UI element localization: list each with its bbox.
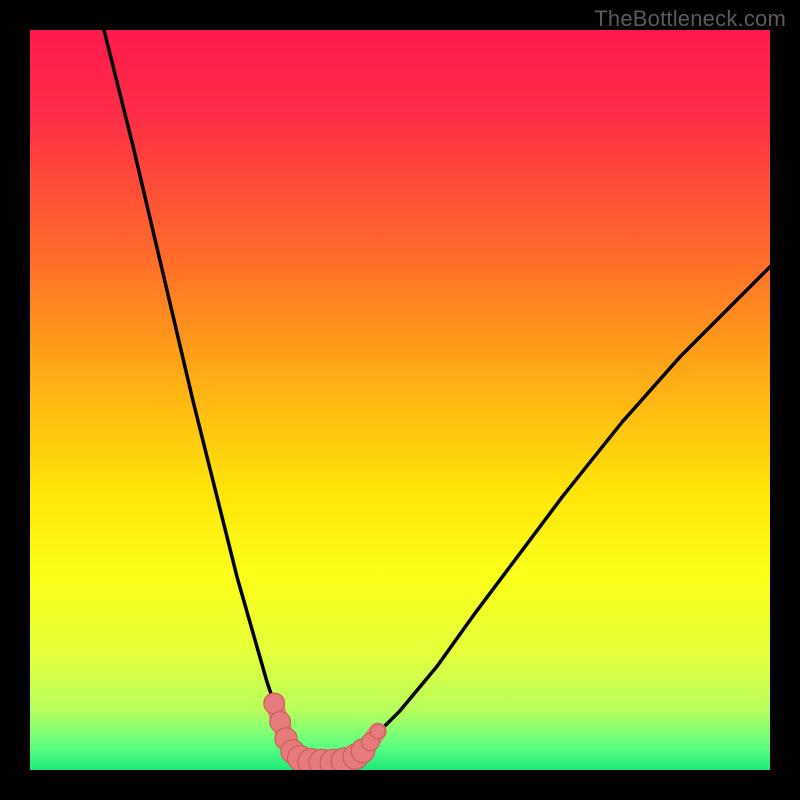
bottleneck-curve	[104, 30, 770, 763]
curve-layer	[30, 30, 770, 770]
chart-frame: TheBottleneck.com	[0, 0, 800, 800]
watermark-text: TheBottleneck.com	[594, 6, 786, 32]
marker-dot	[264, 693, 285, 714]
marker-dot	[370, 724, 385, 739]
plot-area	[30, 30, 770, 770]
